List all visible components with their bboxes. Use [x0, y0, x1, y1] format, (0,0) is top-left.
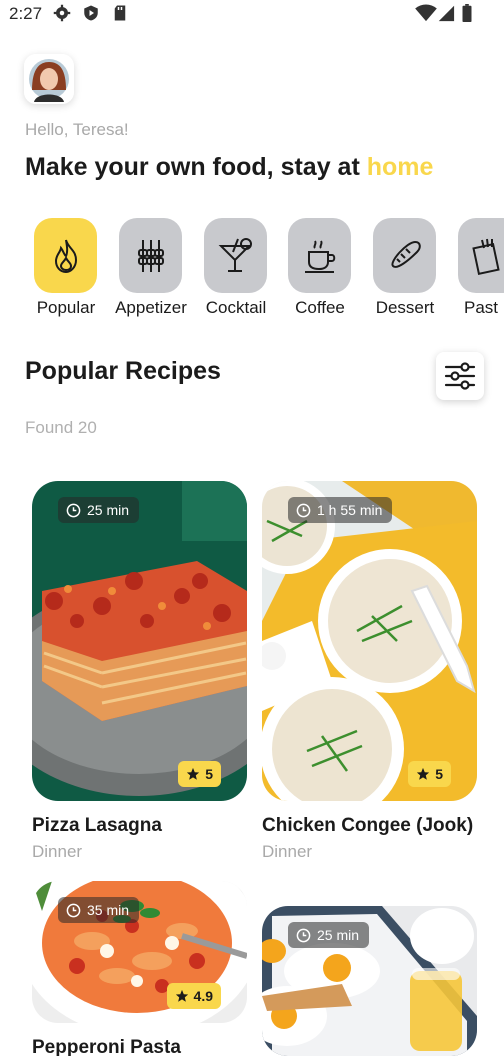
- star-icon: [175, 989, 188, 1002]
- time-badge: 25 min: [58, 497, 140, 523]
- bread-icon: [391, 240, 421, 268]
- category-dessert-tile: [373, 218, 436, 293]
- category-cocktail-tile: [204, 218, 267, 293]
- clock-icon: [296, 928, 311, 942]
- recipe-card[interactable]: 25 min 5 Pizza Lasagna Dinner: [32, 481, 247, 862]
- gear-icon: [53, 4, 71, 22]
- rating-badge: 5: [408, 761, 451, 787]
- avatar[interactable]: [24, 54, 74, 104]
- clock-icon: [66, 903, 81, 917]
- flame-icon: [54, 239, 78, 274]
- category-appetizer[interactable]: Appetizer: [109, 218, 193, 318]
- headline-main: Make your own food, stay at: [25, 153, 367, 181]
- section-title: Popular Recipes: [25, 357, 221, 385]
- category-coffee[interactable]: Coffee: [278, 218, 362, 318]
- time-text: 1 h 55 min: [317, 502, 383, 518]
- shield-icon: [84, 5, 98, 21]
- category-label: Appetizer: [115, 298, 187, 317]
- clock-icon: [66, 503, 81, 517]
- time-badge: 1 h 55 min: [288, 497, 393, 523]
- recipe-image: 25 min 5: [32, 481, 247, 801]
- category-label: Coffee: [295, 298, 345, 317]
- headline-accent: home: [366, 153, 434, 181]
- category-label: Popular: [36, 298, 96, 317]
- rating-text: 5: [435, 766, 443, 782]
- recipe-title: Pizza Lasagna: [32, 815, 162, 836]
- sd-card-icon: [114, 5, 126, 21]
- filter-button[interactable]: [436, 352, 484, 400]
- category-cocktail[interactable]: Cocktail: [194, 218, 278, 318]
- rating-text: 5: [205, 766, 213, 782]
- category-coffee-tile: [288, 218, 351, 293]
- category-label: Dessert: [375, 298, 435, 317]
- recipe-image: 1 h 55 min 5: [262, 481, 477, 801]
- results-count: Found 20: [25, 418, 97, 437]
- recipe-category: Dinner: [262, 842, 313, 861]
- status-time: 2:27: [9, 4, 43, 23]
- time-badge: 25 min: [288, 922, 370, 948]
- greeting: Hello, Teresa!: [25, 120, 129, 139]
- clock-icon: [296, 503, 311, 517]
- category-dessert[interactable]: Dessert: [363, 218, 447, 318]
- category-popular-tile: [34, 218, 97, 293]
- category-popular[interactable]: Popular: [24, 218, 108, 318]
- recipe-title: Pepperoni Pasta: [32, 1037, 181, 1056]
- pasta-box-icon: [472, 238, 500, 275]
- recipe-image: 35 min 4.9: [32, 881, 247, 1023]
- time-badge: 35 min: [58, 897, 140, 923]
- rating-badge: 5: [178, 761, 221, 787]
- skewers-icon: [138, 240, 164, 272]
- recipe-title: Chicken Congee (Jook): [262, 815, 474, 836]
- recipe-card[interactable]: 1 h 55 min 5 Chicken Congee (Jook) Dinne…: [262, 481, 477, 862]
- cocktail-glass-icon: [218, 238, 252, 272]
- star-icon: [417, 767, 430, 780]
- time-text: 25 min: [87, 502, 130, 518]
- rating-badge: 4.9: [166, 983, 221, 1009]
- rating-text: 4.9: [193, 988, 213, 1004]
- time-text: 35 min: [87, 902, 130, 918]
- recipe-card[interactable]: 25 min: [262, 906, 477, 1056]
- recipe-category: Dinner: [32, 842, 83, 861]
- category-appetizer-tile: [119, 218, 182, 293]
- recipe-image: 25 min: [262, 906, 477, 1056]
- status-bar: 2:27: [0, 0, 504, 28]
- sliders-icon: [444, 362, 476, 390]
- headline: Make your own food, stay at home: [25, 153, 433, 182]
- star-icon: [187, 767, 200, 780]
- wifi-icon: [415, 4, 437, 22]
- signal-icon: [438, 5, 455, 22]
- battery-icon: [462, 4, 472, 22]
- coffee-cup-icon: [305, 240, 336, 273]
- category-label: Past: [464, 298, 499, 317]
- time-text: 25 min: [317, 927, 360, 943]
- category-label: Cocktail: [205, 298, 267, 317]
- category-pasta-tile: [458, 218, 504, 293]
- category-pasta[interactable]: Past: [448, 218, 504, 318]
- recipe-card[interactable]: 35 min 4.9 Pepperoni Pasta: [32, 881, 247, 1056]
